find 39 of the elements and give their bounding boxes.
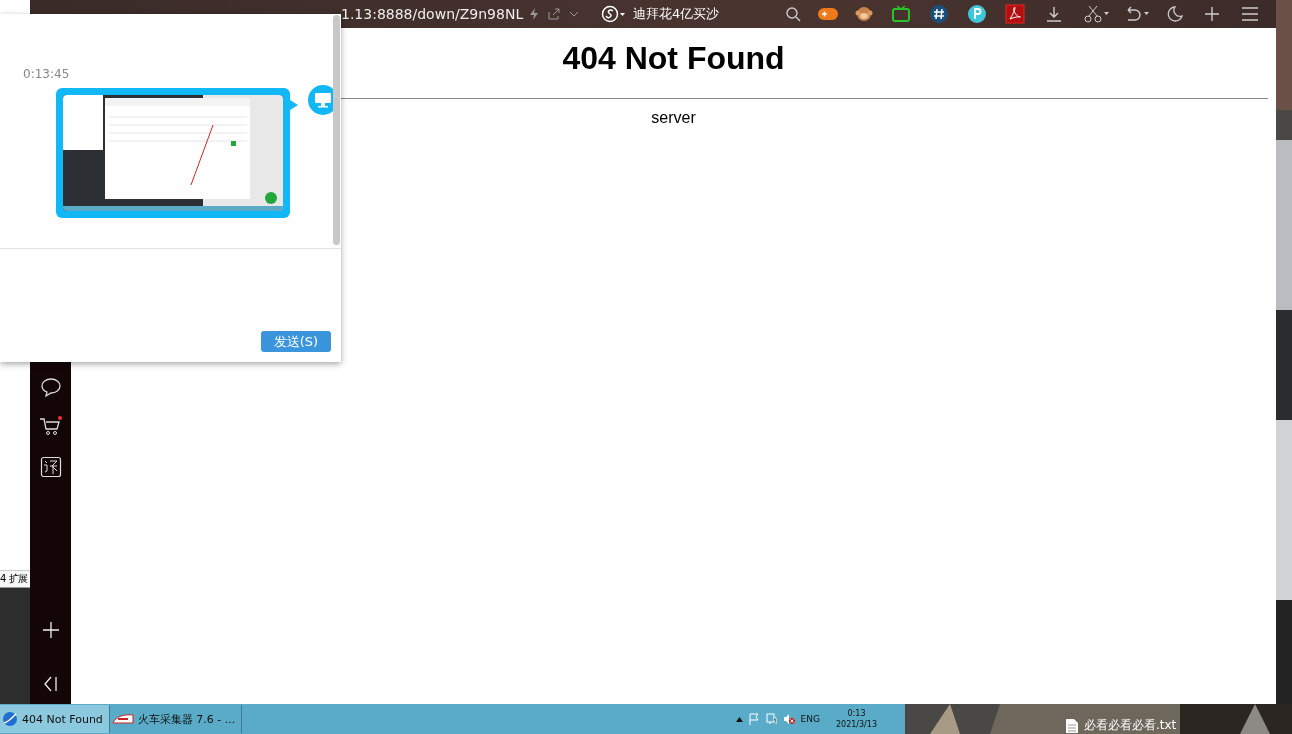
share-icon[interactable] xyxy=(547,7,561,21)
cart-icon[interactable] xyxy=(38,416,63,438)
hash-icon[interactable] xyxy=(929,4,950,24)
tray-expand-icon[interactable] xyxy=(735,716,743,722)
download-icon[interactable] xyxy=(1045,5,1064,23)
translate-icon[interactable] xyxy=(39,456,62,478)
hot-search-link[interactable]: 迪拜花4亿买沙 xyxy=(633,5,720,23)
menu-icon[interactable] xyxy=(1241,5,1260,23)
p-icon[interactable] xyxy=(967,4,988,24)
gamepad-icon[interactable] xyxy=(817,6,840,22)
network-icon[interactable] xyxy=(765,713,777,725)
globe-icon xyxy=(2,711,18,727)
tab-label[interactable]: 4 扩展 xyxy=(0,570,30,588)
train-icon xyxy=(111,712,134,726)
monitor-icon xyxy=(314,92,332,108)
speaker-muted-icon[interactable] xyxy=(782,713,795,725)
moon-icon[interactable] xyxy=(1165,5,1184,23)
lightning-icon[interactable] xyxy=(527,7,541,21)
page-heading: 404 Not Found xyxy=(562,39,785,78)
add-icon[interactable] xyxy=(40,620,61,640)
monkey-icon[interactable] xyxy=(855,5,874,23)
taskbar-label: 火车采集器 7.6 - ... xyxy=(137,711,236,727)
clock[interactable]: 0:13 2021/3/13 xyxy=(835,708,877,730)
new-tab-icon[interactable] xyxy=(1203,5,1222,23)
bubble-tail xyxy=(290,100,298,110)
search-icon[interactable] xyxy=(785,6,802,22)
message-timestamp: 0:13:45 xyxy=(23,67,71,81)
taskbar-button[interactable]: 404 Not Found xyxy=(0,705,110,733)
search-engine-icon[interactable] xyxy=(601,5,627,23)
message-bubble[interactable] xyxy=(56,88,290,218)
server-text: server xyxy=(651,109,696,127)
chat-bubble-icon[interactable] xyxy=(39,376,62,398)
pdf-icon[interactable] xyxy=(1005,4,1026,24)
scissors-icon[interactable] xyxy=(1083,5,1112,23)
taskbar-button[interactable]: 火车采集器 7.6 - ... xyxy=(109,705,243,733)
taskbar-label: 404 Not Found xyxy=(22,712,103,726)
scrollbar[interactable] xyxy=(333,15,340,245)
tv-icon[interactable] xyxy=(891,5,912,23)
language-indicator[interactable]: ENG xyxy=(800,714,820,724)
